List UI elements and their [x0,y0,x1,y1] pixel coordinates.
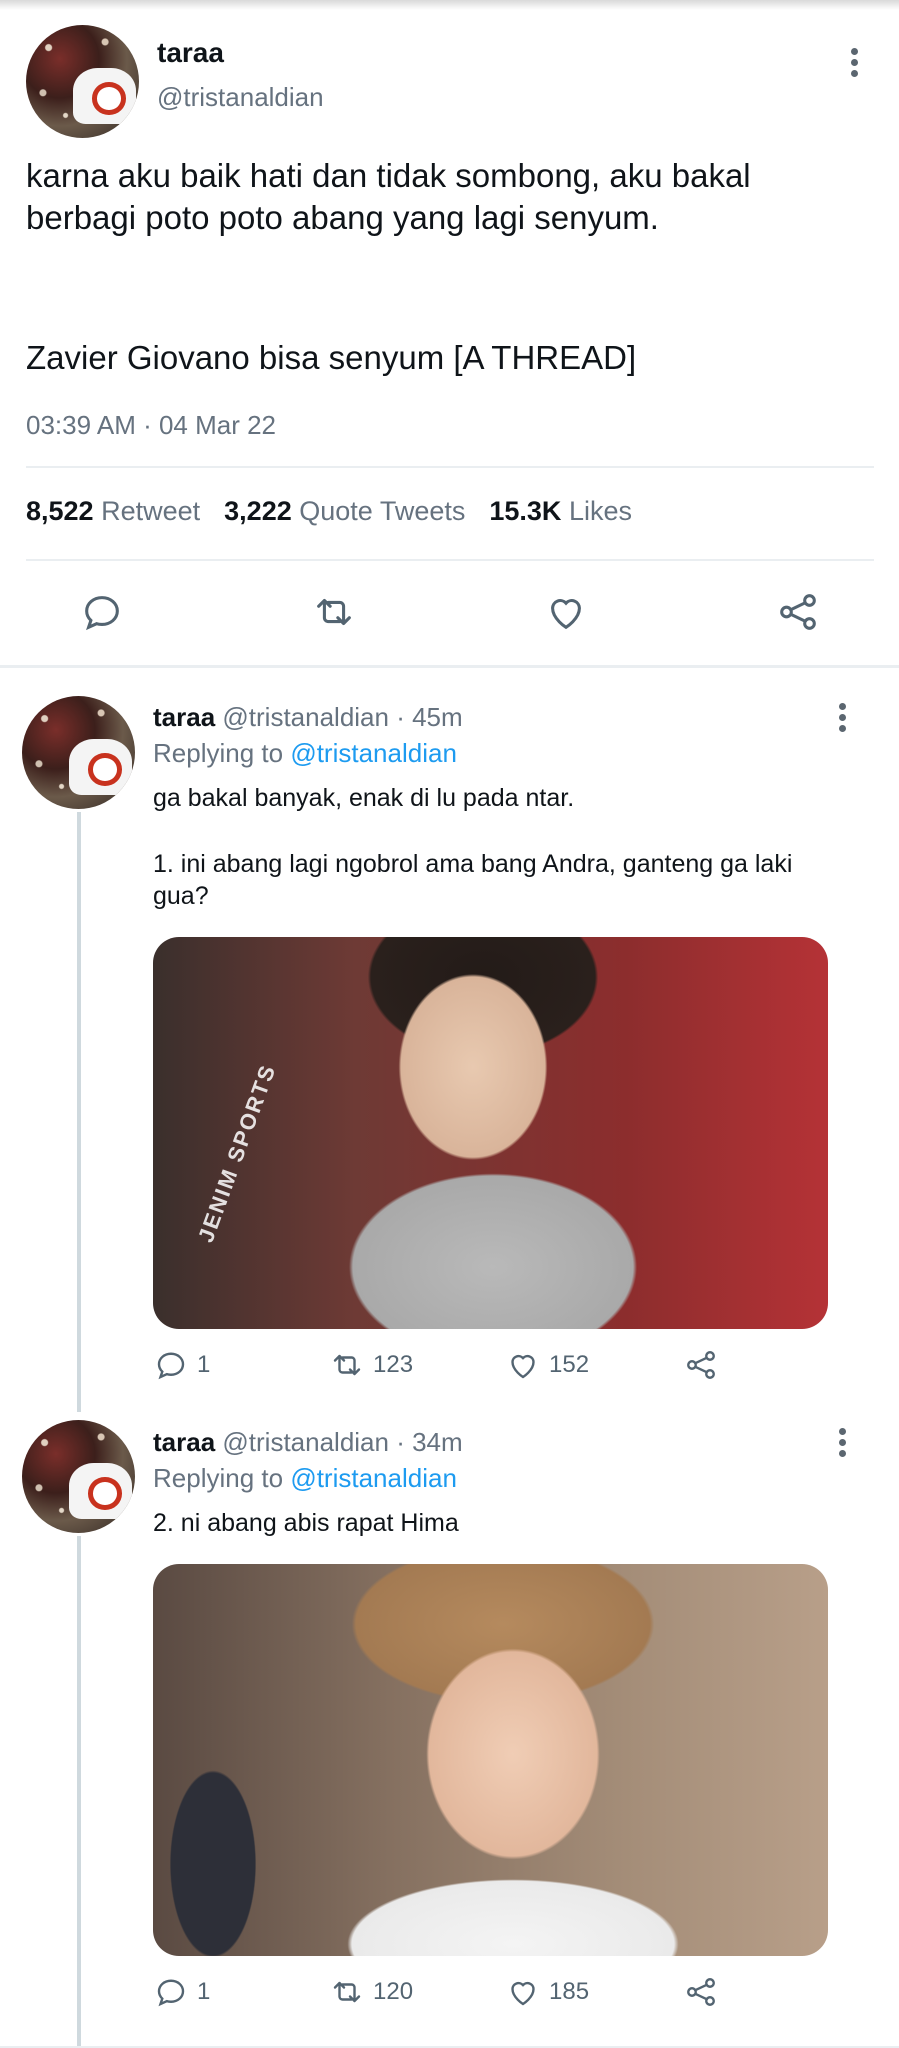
reply-text: 2. ni abang abis rapat Hima [153,1509,459,1537]
reply-icon[interactable] [79,589,125,635]
share-icon [687,1351,715,1379]
share-button[interactable] [683,1347,719,1383]
reply-actions: 1 120 185 [153,1974,733,2014]
more-options-icon[interactable] [834,703,850,733]
thread-connector [77,812,81,1412]
retweet-icon [333,1981,361,2003]
more-options-icon[interactable] [846,48,862,78]
reply-actions: 1 123 152 [153,1347,733,1387]
avatar[interactable] [26,25,139,138]
reply-icon [157,1352,185,1380]
retweet-button[interactable]: 120 [329,1974,413,2010]
section-divider [0,665,899,668]
like-icon [511,1354,535,1379]
mention-link[interactable]: @tristanaldian [290,1463,457,1493]
avatar[interactable] [22,1420,135,1533]
author-name[interactable]: taraa [153,702,215,732]
reply-button[interactable]: 1 [153,1347,210,1383]
retweet-count[interactable]: 8,522 Retweet [26,496,200,527]
divider [26,466,874,468]
share-icon [687,1978,715,2006]
tweet-image[interactable] [153,1564,828,1956]
reply-text: ga bakal banyak, enak di lu pada ntar. [153,784,575,812]
author-name[interactable]: taraa [157,37,224,69]
quote-count[interactable]: 3,222 Quote Tweets [224,496,465,527]
author-handle[interactable]: @tristanaldian [157,82,324,113]
like-button[interactable]: 185 [505,1974,589,2010]
divider [26,559,874,561]
retweet-icon[interactable] [311,589,357,635]
more-options-icon[interactable] [834,1428,850,1458]
tweet-text: karna aku baik hati dan tidak sombong, a… [26,157,751,236]
share-button[interactable] [683,1974,719,2010]
tweet-image[interactable]: JENIM SPORTS [153,937,828,1329]
thread-connector [77,1536,81,2048]
tweet-stats: 8,522 Retweet 3,222 Quote Tweets 15.3K L… [26,496,632,527]
author-handle[interactable]: @tristanaldian · 34m [222,1427,462,1457]
like-icon[interactable] [543,589,589,635]
reply-icon [157,1979,185,2007]
replying-to: Replying to @tristanaldian [153,1463,457,1493]
author-handle[interactable]: @tristanaldian · 45m [222,702,462,732]
tweet-text-secondary: Zavier Giovano bisa senyum [A THREAD] [26,339,637,376]
reply-header: taraa @tristanaldian · 45m [153,702,463,733]
retweet-icon [333,1354,361,1376]
like-count[interactable]: 15.3K Likes [489,496,632,527]
reply-text: 1. ini abang lagi ngobrol ama bang Andra… [153,850,793,910]
author-name[interactable]: taraa [153,1427,215,1457]
retweet-button[interactable]: 123 [329,1347,413,1383]
share-icon[interactable] [775,589,821,635]
like-icon [511,1981,535,2006]
top-shadow [0,0,899,10]
avatar[interactable] [22,696,135,809]
replying-to: Replying to @tristanaldian [153,738,457,768]
mention-link[interactable]: @tristanaldian [290,738,457,768]
tweet-timestamp[interactable]: 03:39 AM · 04 Mar 22 [26,410,276,441]
image-shirt-text: JENIM SPORTS [193,1060,281,1246]
reply-button[interactable]: 1 [153,1974,210,2010]
like-button[interactable]: 152 [505,1347,589,1383]
reply-header: taraa @tristanaldian · 34m [153,1427,463,1458]
